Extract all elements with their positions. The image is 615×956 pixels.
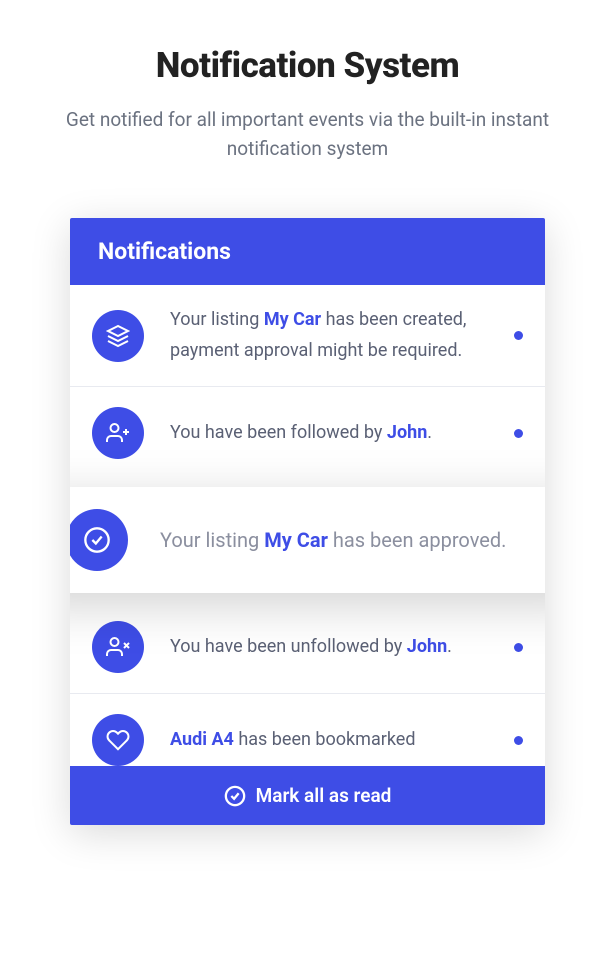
notification-item[interactable]: Your listing My Car has been approved. [70,487,545,593]
panel-header: Notifications [70,218,545,285]
mark-all-read-button[interactable]: Mark all as read [70,766,545,825]
page-title: Notification System [35,45,580,86]
button-label: Mark all as read [256,784,392,807]
notification-item[interactable]: Your listing My Car has been created, pa… [70,285,545,387]
panel-title: Notifications [98,238,517,265]
layers-icon [92,310,144,362]
check-circle-icon [224,785,246,807]
notification-item[interactable]: You have been unfollowed by John. [70,601,545,694]
user-plus-icon [92,407,144,459]
page-subtitle: Get notified for all important events vi… [48,106,568,163]
notification-item[interactable]: You have been followed by John. [70,387,545,479]
unread-dot-icon [514,331,523,340]
unread-dot-icon [514,429,523,438]
notification-item[interactable]: Audi A4 has been bookmarked [70,694,545,766]
notification-text: Your listing My Car has been created, pa… [170,305,496,366]
notification-text: You have been unfollowed by John. [170,632,496,663]
notification-text: You have been followed by John. [170,418,496,449]
unread-dot-icon [514,643,523,652]
user-x-icon [92,621,144,673]
notification-text: Audi A4 has been bookmarked [170,725,496,755]
notifications-panel: Notifications Your listing My Car has be… [70,218,545,825]
check-circle-icon [70,509,128,571]
notification-text: Your listing My Car has been approved. [160,523,528,557]
notification-list: Your listing My Car has been created, pa… [70,285,545,766]
heart-icon [92,714,144,766]
unread-dot-icon [514,736,523,745]
